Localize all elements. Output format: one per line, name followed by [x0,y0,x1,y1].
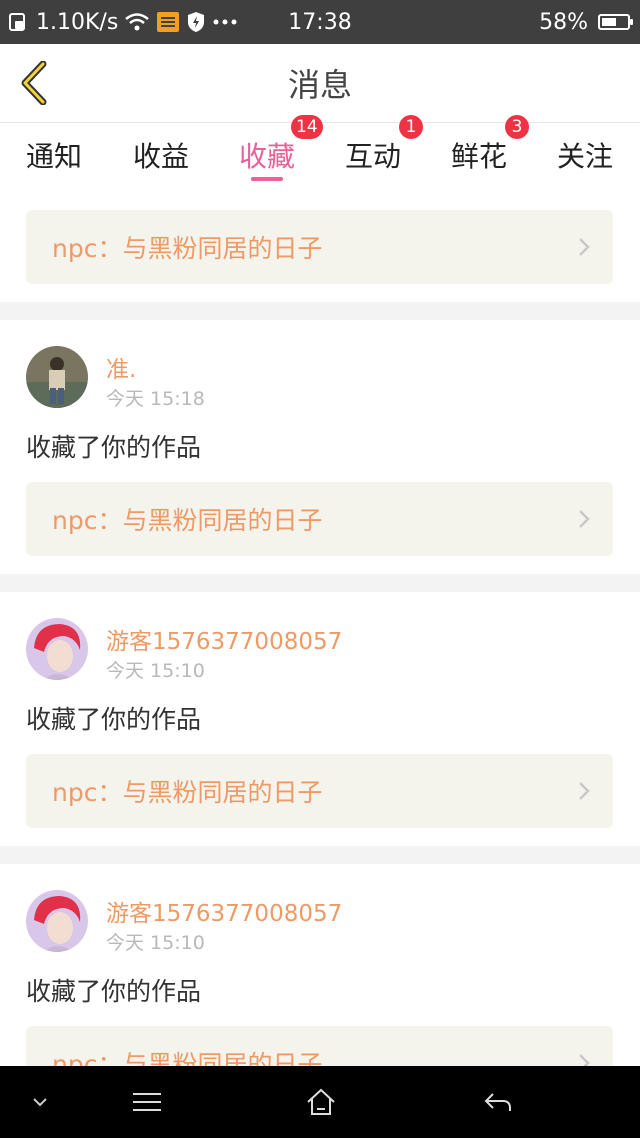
back-arrow-icon [484,1093,511,1111]
system-nav-bar [0,1066,640,1138]
unread-badge: 1 [399,115,423,139]
status-bar: 1.10K/s 17:38 58% [0,0,640,44]
timestamp: 今天 15:18 [106,388,205,410]
list-item: 准. 今天 15:18 收藏了你的作品 npc：与黑粉同居的日子 [0,320,640,574]
chevron-right-icon [577,1026,591,1066]
home-button[interactable] [281,1066,361,1138]
tab-earnings[interactable]: 收益 [111,123,211,187]
divider [0,846,640,864]
work-title: npc：与黑粉同居的日子 [52,1050,323,1066]
work-link-card[interactable]: npc：与黑粉同居的日子 [26,1026,613,1066]
list-item: 游客1576377008057 今天 15:10 收藏了你的作品 npc：与黑粉… [0,592,640,846]
tab-label: 收藏 [238,140,295,173]
battery-percent: 58% [539,9,588,35]
divider [0,574,640,592]
tab-label: 互动 [344,140,401,173]
list-item: 游客1576377008057 今天 15:10 收藏了你的作品 npc：与黑粉… [0,864,640,1066]
top-work-section: npc：与黑粉同居的日子 [0,188,640,302]
unread-badge: 14 [291,115,323,139]
back-nav-button[interactable] [458,1066,538,1138]
tab-label: 关注 [556,140,613,173]
tab-notifications[interactable]: 通知 [4,123,104,187]
active-tab-indicator [251,177,283,181]
work-link-card[interactable]: npc：与黑粉同居的日子 [26,754,613,828]
page-title: 消息 [287,66,352,104]
avatar[interactable] [26,618,88,680]
avatar[interactable] [26,890,88,952]
tab-bar: 通知 收益 收藏 14 互动 1 鲜花 3 关注 [0,115,640,187]
chevron-right-icon [577,210,591,284]
chevron-down-icon [33,1098,47,1107]
username[interactable]: 游客1576377008057 [106,622,342,656]
chevron-right-icon [577,754,591,828]
message-text: 收藏了你的作品 [26,433,202,462]
chevron-right-icon [577,482,591,556]
battery-icon [598,14,633,30]
tab-flowers[interactable]: 鲜花 3 [429,115,529,187]
tab-favorites[interactable]: 收藏 14 [217,115,323,187]
menu-icon [133,1093,161,1111]
tab-following[interactable]: 关注 [535,123,635,187]
header-bar: 消息 [0,44,640,123]
timestamp: 今天 15:10 [106,660,205,682]
divider [0,302,640,320]
username[interactable]: 游客1576377008057 [106,894,342,928]
message-text: 收藏了你的作品 [26,977,202,1006]
work-title: npc：与黑粉同居的日子 [52,234,323,263]
hide-nav-button[interactable] [0,1066,80,1138]
tab-interactions[interactable]: 互动 1 [323,115,423,187]
username[interactable]: 准. [106,350,136,384]
home-icon [307,1088,335,1115]
unread-badge: 3 [505,115,529,139]
tab-label: 通知 [25,140,82,173]
menu-button[interactable] [107,1066,187,1138]
message-list: npc：与黑粉同居的日子 准. 今天 15:18 收藏了你的作品 npc：与黑粉… [0,188,640,1066]
work-title: npc：与黑粉同居的日子 [52,778,323,807]
timestamp: 今天 15:10 [106,932,205,954]
tab-label: 鲜花 [450,140,507,173]
tab-label: 收益 [132,140,189,173]
message-text: 收藏了你的作品 [26,705,202,734]
work-link-card[interactable]: npc：与黑粉同居的日子 [26,482,613,556]
work-link-card[interactable]: npc：与黑粉同居的日子 [26,210,613,284]
avatar[interactable] [26,346,88,408]
work-title: npc：与黑粉同居的日子 [52,506,323,535]
